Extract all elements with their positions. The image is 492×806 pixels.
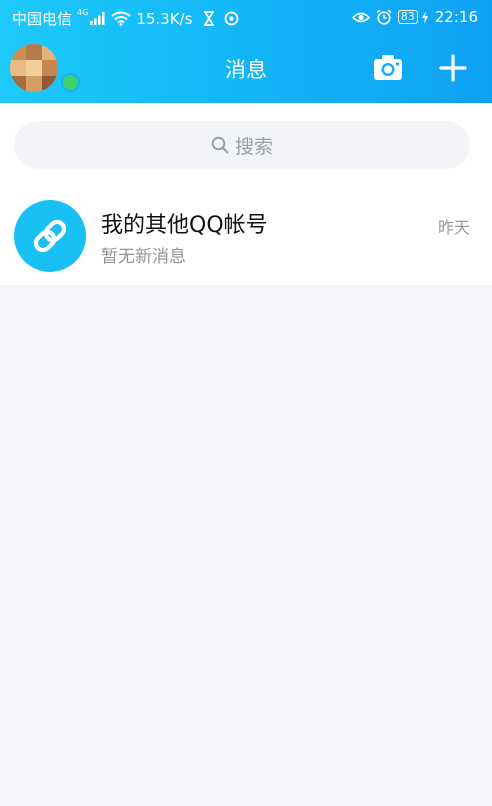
search-input[interactable]: 搜索 xyxy=(14,121,470,169)
top-bar: 中国电信 4G 15.3K/s 83 22:16 消息 xyxy=(0,0,492,103)
status-bar: 中国电信 4G 15.3K/s 83 22:16 xyxy=(0,0,492,34)
alarm-icon xyxy=(376,9,392,25)
page-title: 消息 xyxy=(225,58,267,82)
add-button[interactable] xyxy=(437,52,469,84)
network-type-label: 4G xyxy=(77,8,89,17)
camera-button[interactable] xyxy=(372,53,404,83)
status-bar-right: 83 22:16 xyxy=(351,8,478,26)
conversation-avatar xyxy=(14,200,86,272)
search-inner: 搜索 xyxy=(14,121,470,169)
charging-icon xyxy=(421,10,428,24)
signal-icon xyxy=(90,12,105,25)
carrier-label: 中国电信 xyxy=(12,10,73,28)
plus-icon xyxy=(439,54,467,82)
conversation-time: 昨天 xyxy=(437,218,470,237)
search-icon xyxy=(211,136,229,154)
conversation-title: 我的其他QQ帐号 xyxy=(101,213,268,238)
search-placeholder: 搜索 xyxy=(234,135,273,158)
conversation-subtitle: 暂无新消息 xyxy=(101,247,186,267)
battery-indicator: 83 xyxy=(397,10,418,24)
search-area: 搜索 xyxy=(0,103,492,188)
hourglass-icon xyxy=(204,11,215,26)
camera-icon xyxy=(374,55,402,80)
network-speed-label: 15.3K/s xyxy=(136,9,193,28)
clock-label: 22:16 xyxy=(434,8,478,26)
link-icon xyxy=(33,219,67,253)
eye-icon xyxy=(351,12,370,22)
conversation-row[interactable]: 我的其他QQ帐号 暂无新消息 昨天 xyxy=(0,188,492,285)
wifi-icon xyxy=(111,11,131,26)
sync-app-icon xyxy=(225,11,239,26)
status-bar-left: 中国电信 4G 15.3K/s xyxy=(12,8,239,29)
